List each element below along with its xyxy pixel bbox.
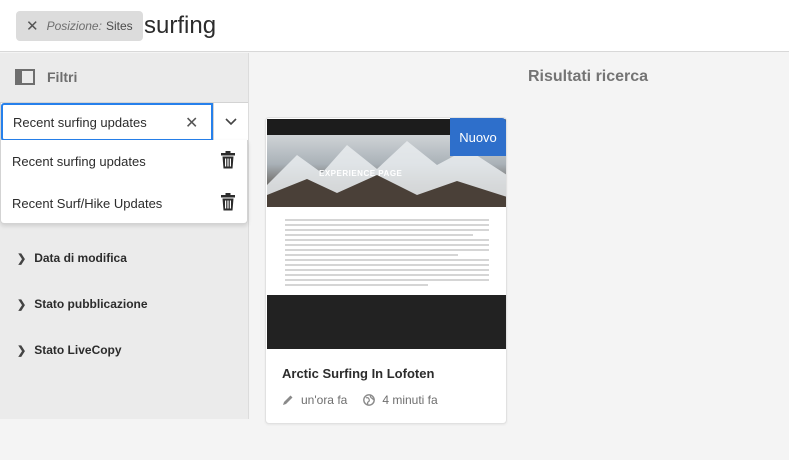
location-filter-tag: ✕ Posizione: Sites — [16, 11, 143, 41]
thumbnail-heading: EXPERIENCE PAGE — [319, 169, 403, 178]
search-bar: ✕ Posizione: Sites surfing — [0, 0, 789, 52]
thumbnail-body — [285, 219, 489, 289]
published-info: 4 minuti fa — [363, 393, 438, 407]
new-badge: Nuovo — [450, 118, 506, 156]
facet-publication-status[interactable]: ❯ Stato pubblicazione — [17, 297, 148, 311]
globe-icon — [363, 394, 376, 406]
search-input[interactable]: surfing — [144, 12, 216, 40]
option-label: Recent surfing updates — [12, 153, 146, 169]
saved-search-dropdown: Recent surfing updates Recent Surf/Hike … — [0, 140, 248, 224]
chevron-right-icon: ❯ — [17, 344, 27, 357]
facet-modified-date[interactable]: ❯ Data di modifica — [17, 251, 127, 265]
chevron-right-icon: ❯ — [17, 298, 27, 311]
remove-tag-icon[interactable]: ✕ — [26, 17, 39, 35]
saved-search-combobox: Recent surfing updates ✕ — [0, 102, 248, 141]
trash-icon[interactable] — [220, 151, 236, 169]
facet-label: Stato LiveCopy — [34, 343, 122, 357]
result-card[interactable]: EXPERIENCE PAGE Arctic Surfing In Lofote… — [265, 117, 507, 424]
saved-search-option[interactable]: Recent Surf/Hike Updates — [1, 182, 247, 224]
card-title: Arctic Surfing In Lofoten — [282, 366, 435, 381]
trash-icon[interactable] — [220, 193, 236, 211]
thumbnail-footer — [267, 295, 506, 349]
filter-panel-footer — [0, 419, 249, 460]
filters-header: Filtri — [15, 69, 77, 85]
chevron-down-icon — [225, 118, 237, 126]
filters-title: Filtri — [47, 69, 78, 85]
pencil-icon — [283, 395, 293, 405]
filter-rail-icon[interactable] — [15, 69, 35, 85]
saved-search-value: Recent surfing updates — [13, 114, 147, 130]
modified-time: un'ora fa — [301, 393, 348, 407]
saved-search-input[interactable]: Recent surfing updates — [1, 103, 213, 141]
results-title: Risultati ricerca — [528, 68, 649, 85]
clear-icon[interactable]: ✕ — [185, 113, 198, 133]
published-time: 4 minuti fa — [382, 393, 438, 407]
facet-livecopy-status[interactable]: ❯ Stato LiveCopy — [17, 343, 122, 357]
card-meta: un'ora fa 4 minuti fa — [282, 393, 438, 407]
tag-label: Posizione: — [46, 19, 102, 33]
facet-label: Stato pubblicazione — [34, 297, 148, 311]
option-label: Recent Surf/Hike Updates — [12, 195, 163, 211]
modified-info: un'ora fa — [282, 393, 347, 407]
chevron-right-icon: ❯ — [17, 252, 27, 265]
tag-value: Sites — [105, 19, 133, 33]
combobox-toggle-button[interactable] — [213, 103, 248, 141]
facet-label: Data di modifica — [34, 251, 127, 265]
saved-search-option[interactable]: Recent surfing updates — [1, 140, 247, 182]
